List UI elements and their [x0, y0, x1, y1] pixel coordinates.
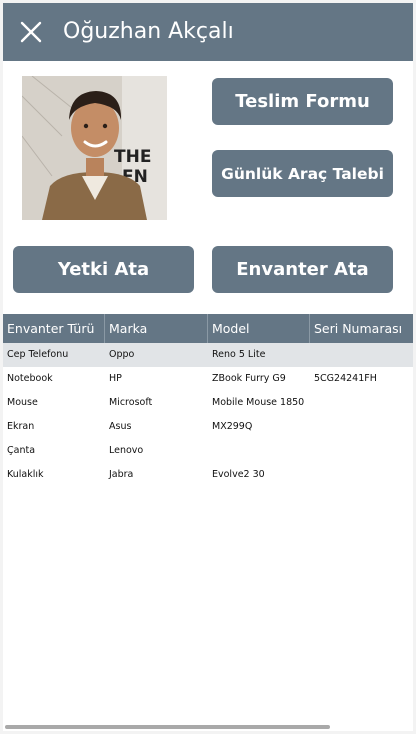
cell-seri-numarasi	[310, 391, 413, 415]
table-row[interactable]: Notebook HP ZBook Furry G9 5CG24241FH	[3, 367, 413, 391]
cell-model: Evolve2 30	[212, 469, 265, 480]
inventory-table: Envanter Türü Marka Model Seri Numarası …	[3, 314, 413, 719]
cell-marka: Oppo	[109, 349, 135, 360]
cell-envanter-turu: Cep Telefonu	[7, 349, 69, 360]
column-header-envanter-turu[interactable]: Envanter Türü	[3, 314, 105, 343]
cell-seri-numarasi	[310, 439, 413, 463]
yetki-ata-button[interactable]: Yetki Ata	[13, 246, 194, 293]
table-body: Cep Telefonu Oppo Reno 5 Lite Notebook H…	[3, 343, 413, 487]
column-header-seri-numarasi[interactable]: Seri Numarası	[310, 314, 413, 343]
cell-model: MX299Q	[212, 421, 253, 432]
cell-marka: Microsoft	[109, 397, 153, 408]
cell-seri-numarasi: 5CG24241FH	[314, 373, 377, 384]
gunluk-arac-talebi-button[interactable]: Günlük Araç Talebi	[212, 150, 393, 197]
scrollbar-thumb[interactable]	[5, 725, 330, 729]
cell-model: Reno 5 Lite	[212, 349, 266, 360]
table-row[interactable]: Cep Telefonu Oppo Reno 5 Lite	[3, 343, 413, 367]
cell-model	[208, 439, 310, 463]
cell-marka: Asus	[109, 421, 132, 432]
app-screen: Oğuzhan Akçalı THE EN Teslim Formu Günlü…	[3, 3, 413, 731]
cell-seri-numarasi	[310, 343, 413, 367]
close-button[interactable]	[13, 14, 49, 50]
column-header-marka[interactable]: Marka	[105, 314, 208, 343]
cell-envanter-turu: Çanta	[7, 445, 36, 456]
teslim-formu-button[interactable]: Teslim Formu	[212, 78, 393, 125]
cell-envanter-turu: Notebook	[7, 373, 53, 384]
table-header: Envanter Türü Marka Model Seri Numarası	[3, 314, 413, 343]
envanter-ata-button[interactable]: Envanter Ata	[212, 246, 393, 293]
column-header-model[interactable]: Model	[208, 314, 310, 343]
table-row[interactable]: Çanta Lenovo	[3, 439, 413, 463]
cell-model: Mobile Mouse 1850	[212, 397, 305, 408]
cell-marka: Lenovo	[109, 445, 144, 456]
table-row[interactable]: Mouse Microsoft Mobile Mouse 1850	[3, 391, 413, 415]
cell-marka: HP	[109, 373, 122, 384]
table-row[interactable]: Ekran Asus MX299Q	[3, 415, 413, 439]
close-icon	[20, 21, 42, 43]
table-row[interactable]: Kulaklık Jabra Evolve2 30	[3, 463, 413, 487]
header-bar: Oğuzhan Akçalı	[3, 3, 413, 61]
horizontal-scrollbar[interactable]	[3, 724, 413, 730]
svg-text:THE: THE	[114, 147, 151, 167]
cell-seri-numarasi	[310, 415, 413, 439]
cell-envanter-turu: Mouse	[7, 397, 38, 408]
cell-envanter-turu: Kulaklık	[7, 469, 44, 480]
profile-photo: THE EN	[22, 76, 167, 220]
cell-marka: Jabra	[109, 469, 134, 480]
cell-model: ZBook Furry G9	[212, 373, 286, 384]
cell-envanter-turu: Ekran	[7, 421, 35, 432]
cell-seri-numarasi	[310, 463, 413, 487]
page-title: Oğuzhan Akçalı	[63, 19, 234, 44]
